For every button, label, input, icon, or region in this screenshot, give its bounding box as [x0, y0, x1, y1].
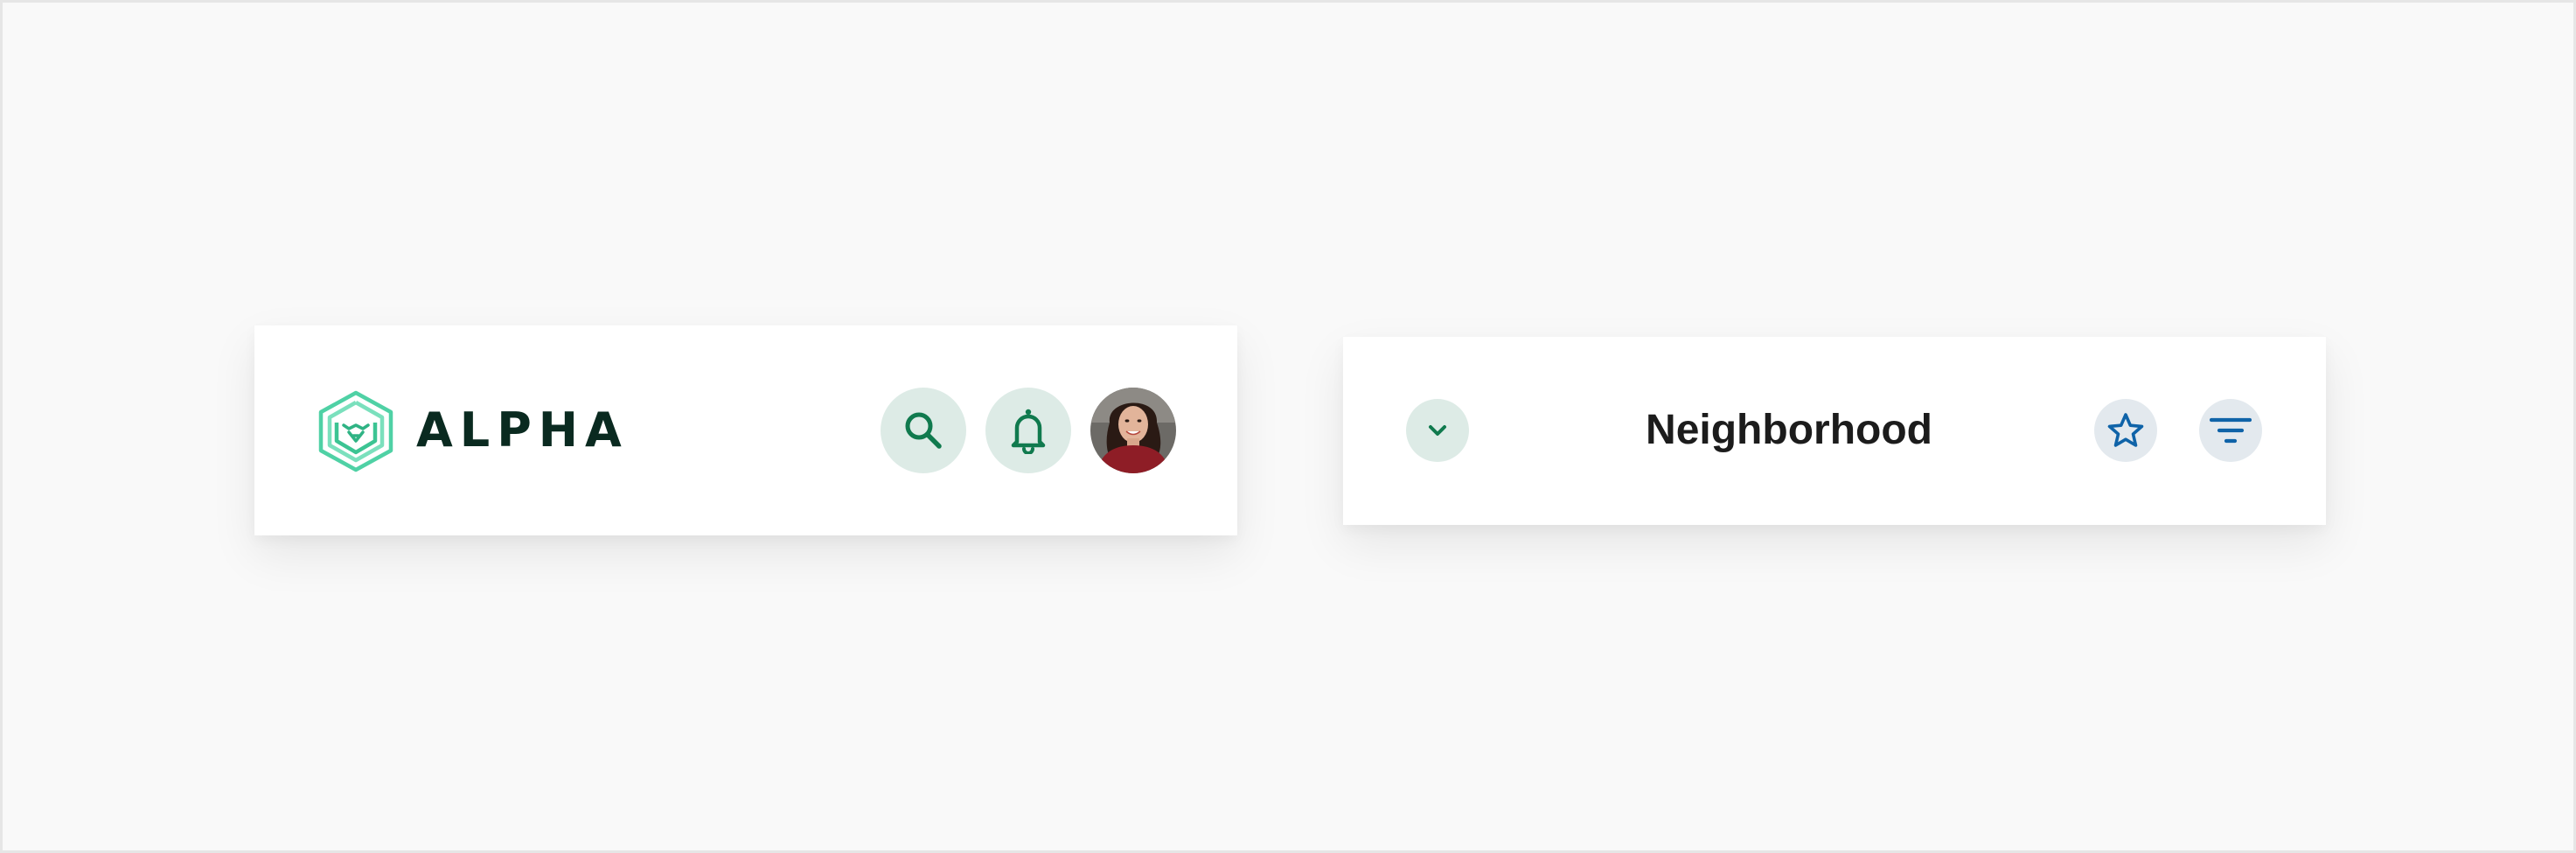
user-avatar[interactable]	[1090, 388, 1176, 473]
hexagon-lion-logo-icon[interactable]	[317, 390, 394, 472]
app-header-bar: ALPHA	[254, 325, 1237, 535]
avatar-photo	[1090, 388, 1176, 473]
chevron-down-icon	[1429, 425, 1446, 436]
favorite-button[interactable]	[2094, 399, 2157, 462]
page-header: Neighborhood	[1343, 337, 2326, 525]
filter-icon	[2210, 417, 2252, 444]
brand-name: ALPHA	[416, 402, 629, 458]
bell-icon	[1011, 409, 1046, 454]
star-icon	[2107, 413, 2144, 447]
page-title: Neighborhood	[1646, 407, 1932, 453]
notifications-button[interactable]	[985, 388, 1071, 473]
search-button[interactable]	[881, 388, 966, 473]
filter-button[interactable]	[2199, 399, 2262, 462]
search-icon	[905, 412, 942, 449]
collapse-button[interactable]	[1406, 399, 1469, 462]
